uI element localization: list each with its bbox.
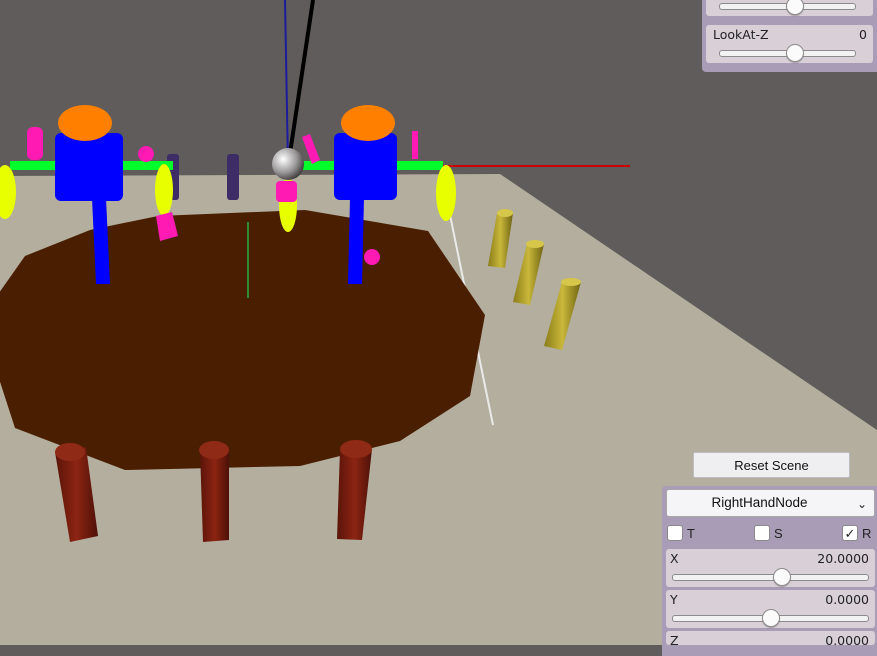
node-select-value: RightHandNode	[711, 495, 808, 510]
magenta-ball	[364, 249, 380, 265]
lookat-z-value: 0	[859, 27, 867, 42]
translate-checkbox[interactable]	[667, 525, 683, 541]
x-value: 20.0000	[817, 551, 869, 566]
lookat-z-row: LookAt-Z 0	[706, 25, 873, 63]
scale-label: S	[774, 525, 783, 541]
z-slider-row: Z 0.0000	[666, 631, 875, 645]
robot-leg	[348, 198, 364, 284]
left-hand	[155, 164, 173, 216]
robot-body	[55, 133, 123, 201]
magenta-ball	[138, 146, 154, 162]
lookat-z-thumb[interactable]	[786, 44, 804, 62]
table-top	[0, 210, 485, 470]
y-slider-row: Y 0.0000	[666, 590, 875, 628]
y-thumb[interactable]	[762, 609, 780, 627]
x-label: X	[670, 551, 679, 566]
robot-body	[334, 133, 397, 200]
node-select[interactable]: RightHandNode ⌄	[666, 489, 875, 517]
rotate-label: R	[862, 525, 872, 541]
y-value: 0.0000	[825, 592, 869, 607]
table-leg	[199, 441, 229, 542]
z-value: 0.0000	[825, 633, 869, 645]
x-track[interactable]	[672, 574, 869, 581]
z-label: Z	[670, 633, 679, 645]
robot-head	[58, 105, 112, 141]
magenta-part	[27, 127, 43, 160]
toggle-scale[interactable]: S	[754, 523, 783, 543]
rotate-checkbox[interactable]: ✓	[842, 525, 858, 541]
origin-sphere	[272, 148, 304, 180]
y-label: Y	[670, 592, 678, 607]
purple-post	[227, 154, 239, 200]
magenta-part	[276, 181, 297, 202]
reset-scene-button[interactable]: Reset Scene	[693, 452, 850, 478]
magenta-part	[412, 131, 418, 159]
lookat-y-thumb[interactable]	[786, 0, 804, 15]
camera-panel: LookAt-Z 0	[702, 0, 877, 72]
lookat-z-label: LookAt-Z	[713, 27, 769, 42]
right-hand	[436, 165, 456, 221]
lookat-y-row	[706, 0, 873, 16]
x-slider-row: X 20.0000	[666, 549, 875, 587]
toggle-rotate[interactable]: ✓ R	[842, 523, 871, 543]
robot-head	[341, 105, 395, 141]
x-thumb[interactable]	[773, 568, 791, 586]
translate-label: T	[687, 525, 695, 541]
toggle-translate[interactable]: T	[667, 523, 695, 543]
transform-panel: RightHandNode ⌄ T S ✓ R X 20.0000 Y 0.00…	[662, 486, 877, 656]
scale-checkbox[interactable]	[754, 525, 770, 541]
checkmark-icon: ✓	[844, 525, 856, 541]
chevron-down-icon: ⌄	[856, 497, 867, 511]
